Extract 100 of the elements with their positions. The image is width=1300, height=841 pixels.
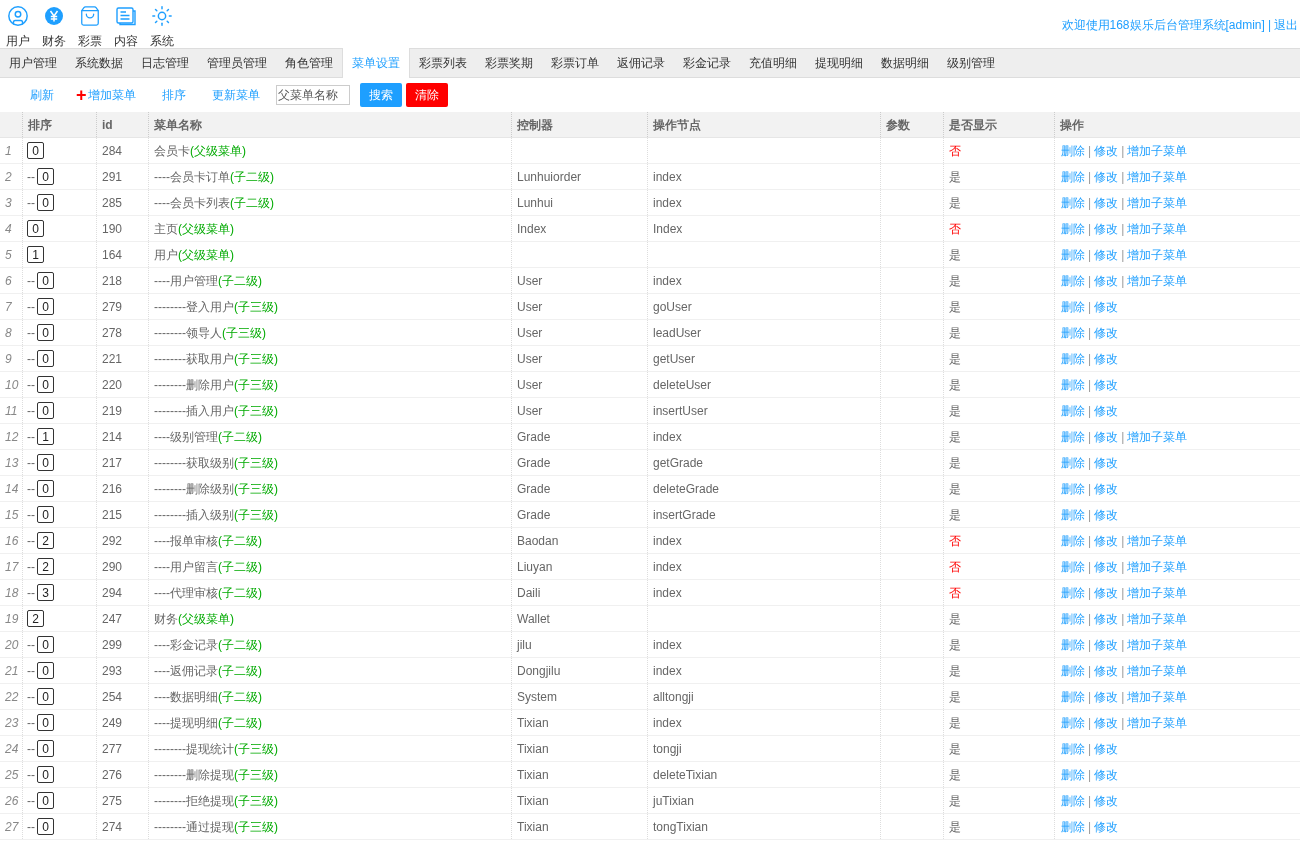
action-link[interactable]: 修改: [1094, 193, 1119, 212]
sort-input[interactable]: 1: [27, 246, 44, 263]
sort-input[interactable]: 2: [37, 558, 54, 575]
sort-input[interactable]: 0: [27, 220, 44, 237]
action-link[interactable]: 修改: [1094, 375, 1119, 394]
tab[interactable]: 彩金记录: [674, 49, 740, 77]
action-link[interactable]: 删除: [1061, 505, 1085, 524]
nav-label[interactable]: 内容: [114, 32, 138, 50]
sort-link[interactable]: 排序: [161, 86, 186, 104]
sort-input[interactable]: 0: [37, 402, 54, 419]
action-link[interactable]: 修改: [1094, 505, 1119, 524]
action-link[interactable]: 删除: [1061, 739, 1085, 758]
action-link[interactable]: 删除: [1061, 531, 1085, 550]
sort-input[interactable]: 0: [37, 766, 54, 783]
sort-input[interactable]: 0: [37, 506, 54, 523]
nav-label[interactable]: 彩票: [78, 32, 102, 50]
action-link[interactable]: 删除: [1061, 453, 1085, 472]
tab[interactable]: 彩票奖期: [476, 49, 542, 77]
action-link[interactable]: 修改: [1094, 427, 1119, 446]
action-link[interactable]: 删除: [1061, 349, 1085, 368]
tab[interactable]: 彩票订单: [542, 49, 608, 77]
tab[interactable]: 彩票列表: [410, 49, 476, 77]
tab[interactable]: 日志管理: [132, 49, 198, 77]
action-link[interactable]: 删除: [1061, 557, 1085, 576]
action-link[interactable]: 增加子菜单: [1127, 219, 1188, 238]
sort-input[interactable]: 0: [37, 818, 54, 835]
sort-input[interactable]: 0: [37, 662, 54, 679]
action-link[interactable]: 删除: [1061, 297, 1085, 316]
logout-link[interactable]: 退出: [1274, 16, 1298, 34]
action-link[interactable]: 删除: [1061, 219, 1085, 238]
action-link[interactable]: 删除: [1061, 791, 1085, 810]
action-link[interactable]: 删除: [1061, 583, 1085, 602]
action-link[interactable]: 增加子菜单: [1127, 245, 1188, 264]
sort-input[interactable]: 1: [37, 428, 54, 445]
sort-input[interactable]: 0: [37, 298, 54, 315]
action-link[interactable]: 修改: [1094, 791, 1119, 810]
sort-input[interactable]: 0: [27, 142, 44, 159]
action-link[interactable]: 修改: [1094, 817, 1119, 836]
search-button[interactable]: 搜索: [359, 83, 402, 107]
action-link[interactable]: 修改: [1094, 271, 1119, 290]
action-link[interactable]: 修改: [1094, 245, 1119, 264]
action-link[interactable]: 增加子菜单: [1127, 583, 1188, 602]
action-link[interactable]: 删除: [1061, 635, 1085, 654]
action-link[interactable]: 删除: [1061, 713, 1085, 732]
sort-input[interactable]: 0: [37, 194, 54, 211]
action-link[interactable]: 增加子菜单: [1127, 167, 1188, 186]
action-link[interactable]: 增加子菜单: [1127, 557, 1188, 576]
action-link[interactable]: 增加子菜单: [1127, 141, 1188, 160]
tab[interactable]: 管理员管理: [198, 49, 276, 77]
action-link[interactable]: 增加子菜单: [1127, 713, 1188, 732]
action-link[interactable]: 修改: [1094, 141, 1119, 160]
action-link[interactable]: 修改: [1094, 739, 1119, 758]
action-link[interactable]: 修改: [1094, 349, 1119, 368]
action-link[interactable]: 删除: [1061, 141, 1085, 160]
add-menu-link[interactable]: +增加菜单: [76, 86, 136, 104]
action-link[interactable]: 删除: [1061, 271, 1085, 290]
action-link[interactable]: 删除: [1061, 245, 1085, 264]
action-link[interactable]: 删除: [1061, 661, 1085, 680]
action-link[interactable]: 删除: [1061, 375, 1085, 394]
update-menu-link[interactable]: 更新菜单: [211, 86, 260, 104]
action-link[interactable]: 增加子菜单: [1127, 635, 1188, 654]
sort-input[interactable]: 0: [37, 688, 54, 705]
action-link[interactable]: 修改: [1094, 687, 1119, 706]
action-link[interactable]: 修改: [1094, 713, 1119, 732]
sort-input[interactable]: 3: [37, 584, 54, 601]
nav-label[interactable]: 系统: [150, 32, 174, 50]
tab[interactable]: 数据明细: [872, 49, 938, 77]
sort-input[interactable]: 0: [37, 272, 54, 289]
action-link[interactable]: 删除: [1061, 427, 1085, 446]
action-link[interactable]: 修改: [1094, 531, 1119, 550]
sort-input[interactable]: 0: [37, 714, 54, 731]
clear-button[interactable]: 清除: [405, 83, 448, 107]
tab[interactable]: 用户管理: [0, 49, 66, 77]
tab[interactable]: 菜单设置: [342, 48, 410, 78]
action-link[interactable]: 修改: [1094, 765, 1119, 784]
action-link[interactable]: 增加子菜单: [1127, 427, 1188, 446]
sort-input[interactable]: 0: [37, 454, 54, 471]
action-link[interactable]: 修改: [1094, 661, 1119, 680]
sort-input[interactable]: 0: [37, 792, 54, 809]
tab[interactable]: 角色管理: [276, 49, 342, 77]
action-link[interactable]: 删除: [1061, 765, 1085, 784]
action-link[interactable]: 修改: [1094, 609, 1119, 628]
tab[interactable]: 级别管理: [938, 49, 1004, 77]
action-link[interactable]: 修改: [1094, 297, 1119, 316]
action-link[interactable]: 删除: [1061, 401, 1085, 420]
action-link[interactable]: 删除: [1061, 479, 1085, 498]
action-link[interactable]: 增加子菜单: [1127, 687, 1188, 706]
action-link[interactable]: 修改: [1094, 167, 1119, 186]
tab[interactable]: 充值明细: [740, 49, 806, 77]
action-link[interactable]: 删除: [1061, 323, 1085, 342]
action-link[interactable]: 修改: [1094, 219, 1119, 238]
action-link[interactable]: 修改: [1094, 557, 1119, 576]
action-link[interactable]: 修改: [1094, 479, 1119, 498]
refresh-link[interactable]: 刷新: [30, 86, 54, 104]
action-link[interactable]: 修改: [1094, 453, 1119, 472]
tab[interactable]: 提现明细: [806, 49, 872, 77]
sort-input[interactable]: 0: [37, 168, 54, 185]
sort-input[interactable]: 0: [37, 636, 54, 653]
action-link[interactable]: 修改: [1094, 401, 1119, 420]
action-link[interactable]: 增加子菜单: [1127, 193, 1188, 212]
